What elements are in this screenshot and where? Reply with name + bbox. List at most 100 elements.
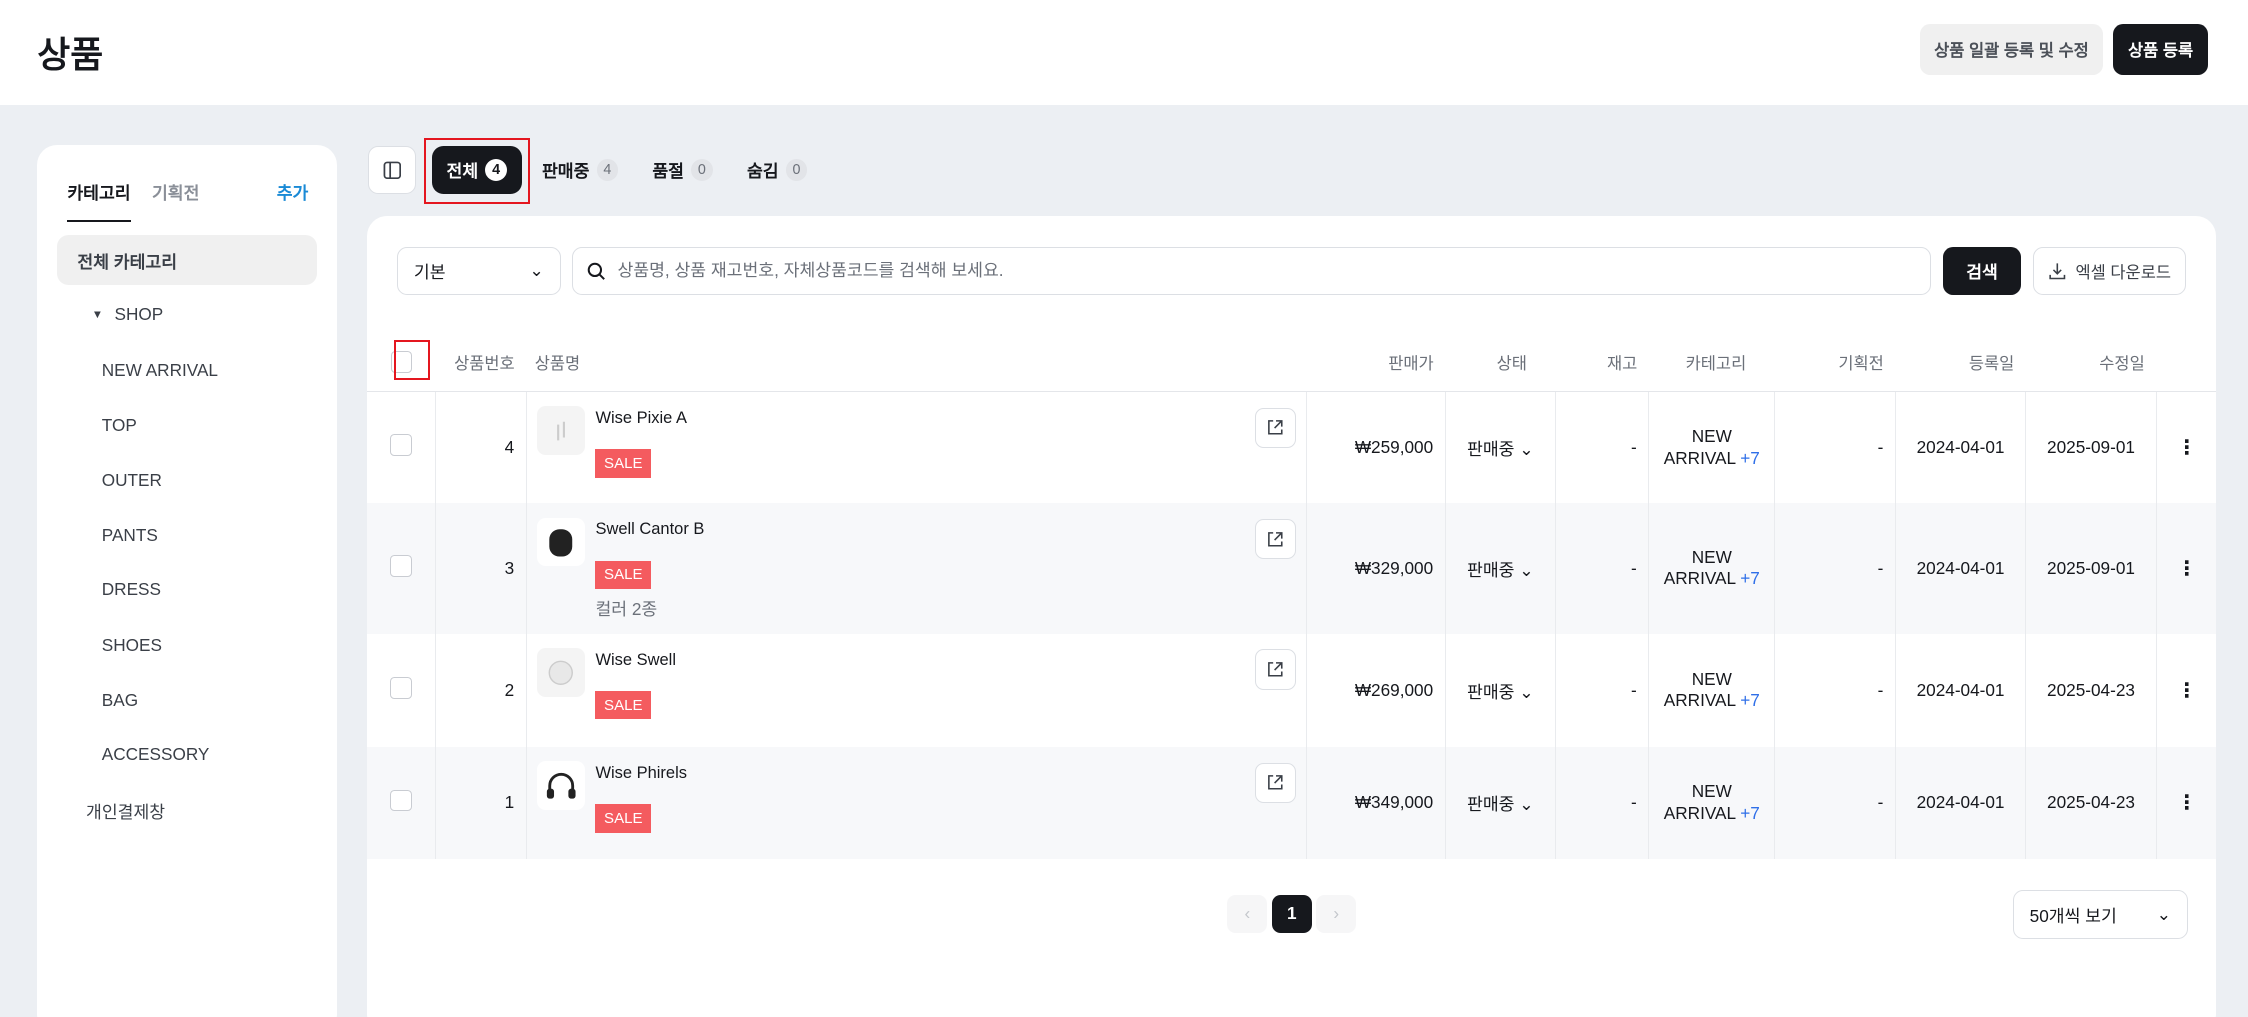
chevron-down-icon: ⌄ (1519, 439, 1534, 460)
excel-download-button[interactable]: 엑셀 다운로드 (2032, 246, 2187, 296)
col-header: 카테고리 (1648, 332, 1775, 392)
highlight-box (424, 137, 531, 204)
product-number: 2 (435, 633, 527, 747)
tab-sold-out[interactable]: 품절 0 (652, 146, 713, 193)
stock: - (1555, 503, 1649, 634)
status-dropdown[interactable]: 판매중 ⌄ (1444, 633, 1556, 747)
tab-on-sale[interactable]: 판매중 4 (542, 146, 619, 193)
external-link-icon[interactable] (1255, 762, 1296, 803)
table-row[interactable]: 4 Wise Pixie A SALE ₩259,000 판매중 ⌄ - NEW… (367, 391, 2217, 504)
select-value: 기본 (413, 262, 446, 283)
more-categories[interactable]: +7 (1740, 568, 1760, 588)
prev-page-button[interactable]: ‹ (1227, 894, 1268, 934)
sale-badge: SALE (595, 691, 652, 720)
add-category-link[interactable]: 추가 (277, 179, 309, 204)
category-label: TOP (101, 414, 137, 435)
product-number: 4 (435, 391, 527, 504)
col-header: 수정일 (2025, 332, 2157, 392)
next-page-button[interactable]: › (1316, 894, 1357, 934)
search-box[interactable] (572, 246, 1932, 296)
page-button[interactable]: 1 (1271, 894, 1312, 934)
sidebar-toggle-button[interactable] (368, 146, 416, 194)
status-dropdown[interactable]: 판매중 ⌄ (1444, 503, 1556, 634)
more-menu-icon[interactable]: ⋮ (2155, 391, 2217, 504)
sidebar-item-category[interactable]: ACCESSORY (57, 730, 316, 780)
external-link-icon[interactable] (1255, 407, 1296, 448)
tab-hidden[interactable]: 숨김 0 (747, 146, 808, 193)
product-name[interactable]: Wise Pixie A (595, 409, 687, 428)
product-table: 상품번호 상품명 판매가 상태 재고 카테고리 기획전 등록일 수정일 4 Wi… (367, 332, 2217, 859)
add-product-button[interactable]: 상품 등록 (2113, 24, 2208, 75)
more-categories[interactable]: +7 (1740, 448, 1760, 468)
product-name[interactable]: Wise Phirels (595, 764, 687, 783)
sidebar-item-category[interactable]: BAG (57, 675, 316, 725)
sidebar-item-category[interactable]: DRESS (57, 565, 316, 615)
more-menu-icon[interactable]: ⋮ (2155, 633, 2217, 747)
page-header: 상품 상품 일괄 등록 및 수정 상품 등록 (0, 0, 2248, 105)
product-thumbnail-speaker-icon[interactable] (536, 517, 586, 567)
product-number: 1 (435, 746, 527, 859)
category-line: ARRIVAL (1663, 447, 1736, 468)
bulk-register-button[interactable]: 상품 일괄 등록 및 수정 (1919, 24, 2104, 75)
status-value: 판매중 (1467, 559, 1515, 580)
search-icon (588, 262, 606, 280)
table-row[interactable]: 1 Wise Phirels SALE ₩349,000 판매중 ⌄ - NEW… (367, 746, 2217, 859)
excel-label: 엑셀 다운로드 (2075, 263, 2172, 282)
sidebar-item-category[interactable]: OUTER (57, 456, 316, 506)
chevron-down-icon: ⌄ (529, 260, 544, 281)
more-menu-icon[interactable]: ⋮ (2155, 746, 2217, 859)
category-label: NEW ARRIVAL (101, 360, 218, 381)
table-row[interactable]: 2 Wise Swell SALE ₩269,000 판매중 ⌄ - NEW AR… (367, 633, 2217, 747)
search-button[interactable]: 검색 (1942, 246, 2022, 296)
sidebar-item-category[interactable]: NEW ARRIVAL (57, 346, 316, 396)
chevron-down-icon: ⌄ (1519, 794, 1534, 815)
category-label: OUTER (101, 470, 162, 491)
status-dropdown[interactable]: 판매중 ⌄ (1444, 746, 1556, 859)
highlight-box (394, 339, 431, 380)
created-date: 2024-04-01 (1894, 633, 2026, 747)
row-checkbox[interactable] (390, 555, 412, 577)
more-menu-icon[interactable]: ⋮ (2155, 503, 2217, 634)
sidebar-item-category[interactable]: PANTS (57, 510, 316, 560)
per-page-select[interactable]: 50개씩 보기 ⌄ (2012, 890, 2188, 940)
product-thumbnail-speaker-white-icon[interactable] (536, 648, 586, 697)
search-type-select[interactable]: 기본 ⌄ (397, 246, 561, 296)
product-thumbnail-headphones-icon[interactable] (536, 761, 586, 810)
sidebar-item-category[interactable]: ▼ SHOP (57, 290, 316, 340)
more-categories[interactable]: +7 (1740, 803, 1760, 823)
created-date: 2024-04-01 (1894, 503, 2026, 634)
external-link-icon[interactable] (1255, 518, 1296, 560)
sidebar-item-category[interactable]: TOP (57, 400, 316, 450)
promotion: - (1774, 391, 1896, 504)
search-input[interactable] (617, 260, 1931, 282)
status-dropdown[interactable]: 판매중 ⌄ (1444, 391, 1556, 504)
status-value: 판매중 (1467, 681, 1515, 702)
sale-badge: SALE (595, 449, 652, 478)
more-categories[interactable]: +7 (1740, 690, 1760, 710)
product-thumbnail-earbuds-icon[interactable] (536, 406, 586, 455)
sidebar-tab-promotion[interactable]: 기획전 (152, 179, 199, 204)
tab-label: 품절 (652, 161, 684, 182)
category-label: BAG (101, 689, 139, 710)
col-header: 상품명 (526, 332, 1307, 392)
category-label: SHOP (114, 304, 164, 325)
category-line: NEW (1691, 668, 1732, 689)
sidebar-tab-category[interactable]: 카테고리 (67, 179, 131, 222)
col-header: 상품번호 (435, 332, 527, 392)
price: ₩259,000 (1305, 391, 1446, 504)
product-name[interactable]: Swell Cantor B (595, 520, 704, 539)
sidebar-item-category[interactable]: 전체 카테고리 (57, 235, 317, 286)
col-header: 등록일 (1895, 332, 2026, 392)
sidebar-item-category[interactable]: SHOES (57, 621, 316, 671)
category-line: ARRIVAL (1663, 690, 1736, 711)
category-cell: NEW ARRIVAL +7 (1648, 633, 1775, 747)
external-link-icon[interactable] (1255, 649, 1296, 690)
updated-date: 2025-09-01 (2025, 503, 2157, 634)
product-name[interactable]: Wise Swell (595, 651, 676, 670)
row-checkbox[interactable] (390, 434, 412, 456)
row-checkbox[interactable] (390, 789, 412, 812)
table-row[interactable]: 3 Swell Cantor B SALE 컬러 2종 ₩329,000 판매중 … (367, 503, 2217, 634)
sidebar-item-category[interactable]: 개인결제창 (57, 786, 316, 836)
row-checkbox[interactable] (390, 677, 412, 699)
page-title: 상품 (37, 34, 104, 75)
